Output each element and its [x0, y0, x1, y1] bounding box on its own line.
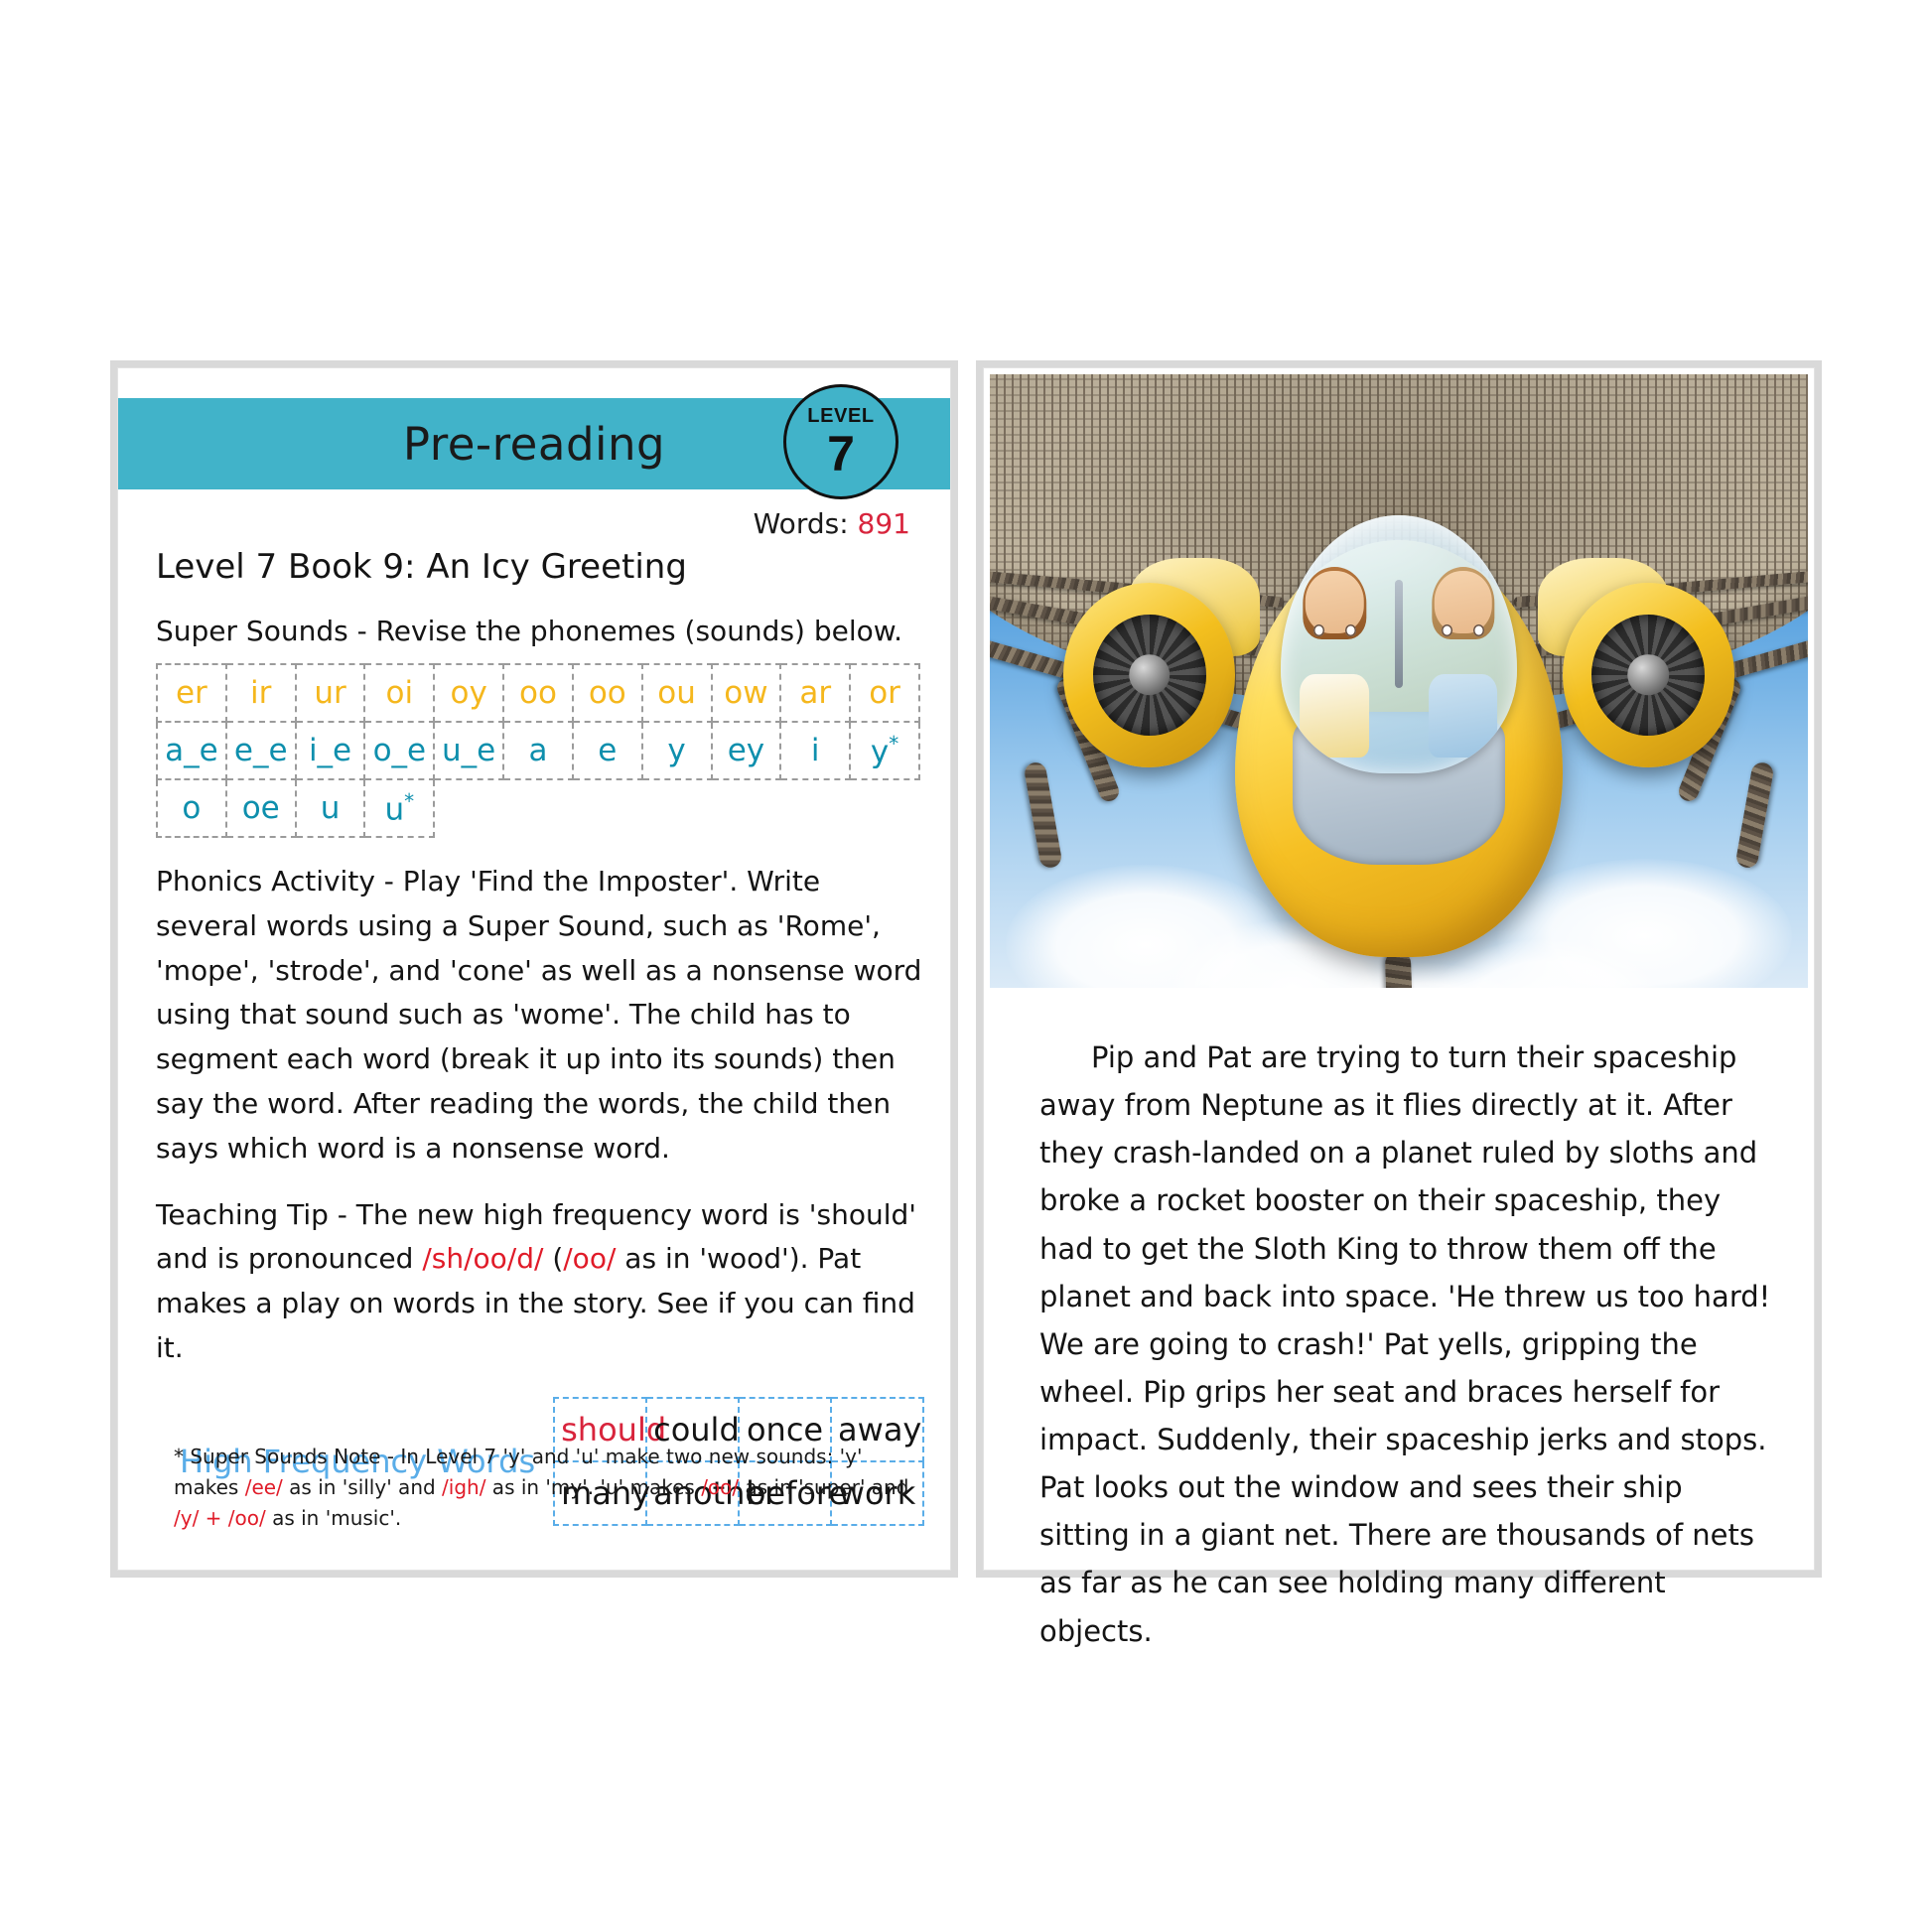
- right-engine: [1562, 583, 1734, 767]
- teaching-tip-text-2: (: [543, 1242, 564, 1276]
- book-title: Level 7 Book 9: An Icy Greeting: [156, 547, 687, 587]
- phoneme-cell: o: [156, 778, 227, 838]
- phoneme-cell: u_e: [433, 721, 505, 780]
- left-page-body: Level 7 Book 9: An Icy Greeting Super So…: [156, 547, 924, 1526]
- super-sounds-row-3: o oe u u*: [156, 778, 919, 838]
- phoneme-cell: er: [156, 663, 227, 723]
- word-count-label: Words:: [753, 507, 849, 540]
- footnote-star-icon: *: [404, 788, 415, 813]
- phoneme-cell: o_e: [363, 721, 436, 780]
- pat-head: [1306, 570, 1364, 634]
- teaching-tip-phoneme-2: /oo/: [563, 1242, 617, 1276]
- super-sounds-grid: er ir ur oi oy oo oo ou ow ar or a_e e_e i_e o_e u_e a e…: [156, 663, 920, 838]
- teaching-tip-phoneme-1: /sh/oo/d/: [422, 1242, 544, 1276]
- footnote-text-5: as in 'music'.: [265, 1506, 402, 1530]
- level-badge: LEVEL 7: [783, 384, 898, 499]
- left-engine-hub: [1128, 654, 1171, 696]
- phoneme-cell: y: [640, 721, 713, 780]
- phoneme-cell: e: [571, 721, 643, 780]
- pip-eye-right: [1473, 623, 1484, 636]
- footnote-star-icon: *: [889, 731, 899, 756]
- cockpit-spine: [1395, 580, 1403, 688]
- word-count: Words: 891: [754, 507, 910, 540]
- page-title: Pre-reading: [402, 417, 666, 471]
- footnote-phoneme-4: /y/ + /oo/: [174, 1506, 266, 1530]
- phoneme-cell: ar: [779, 663, 852, 723]
- phoneme-cell: oo: [571, 663, 643, 723]
- level-badge-label: LEVEL: [807, 404, 875, 427]
- right-engine-hub: [1627, 654, 1670, 696]
- pip-eye-left: [1442, 623, 1452, 636]
- super-sounds-row-2: a_e e_e i_e o_e u_e a e y ey i y*: [156, 721, 920, 780]
- right-page-card: Pip and Pat are trying to turn their spa…: [983, 367, 1815, 1648]
- story-text: Pip and Pat are trying to turn their spa…: [1039, 1040, 1771, 1648]
- footnote-phoneme-1: /ee/: [244, 1475, 283, 1499]
- pip-dungarees: [1428, 673, 1498, 759]
- phoneme-cell: ey: [710, 721, 782, 780]
- footnote-phoneme-3: /oo/: [701, 1475, 740, 1499]
- footnote-text-3: as in 'my'. 'u' makes: [485, 1475, 702, 1499]
- phoneme-cell: or: [849, 663, 920, 723]
- phoneme-cell: u: [294, 778, 366, 838]
- phoneme-cell: ou: [640, 663, 713, 723]
- teaching-tip-paragraph: Teaching Tip - The new high frequency wo…: [156, 1193, 924, 1371]
- left-engine: [1063, 583, 1236, 767]
- level-badge-number: 7: [827, 425, 855, 482]
- phoneme-cell: y*: [849, 721, 920, 780]
- phoneme-cell: i_e: [294, 721, 366, 780]
- phoneme-cell: e_e: [224, 721, 297, 780]
- phoneme-cell: u*: [363, 778, 436, 838]
- phoneme-cell: oy: [433, 663, 505, 723]
- super-sounds-footnote: * Super Sounds Note - In Level 7 'y' and…: [174, 1442, 916, 1534]
- phoneme-cell: oo: [502, 663, 574, 723]
- phoneme-cell: ow: [710, 663, 782, 723]
- phoneme-cell: oe: [224, 778, 297, 838]
- pat-eye-left: [1313, 623, 1324, 636]
- phonics-activity-paragraph: Phonics Activity - Play 'Find the Impost…: [156, 865, 922, 1165]
- phoneme-cell-empty: [503, 779, 573, 837]
- phoneme-cell: ur: [294, 663, 366, 723]
- phoneme-cell-empty: [642, 779, 712, 837]
- phoneme-cell-empty: [712, 779, 781, 837]
- footnote-text-4: as in 'super' and: [739, 1475, 909, 1499]
- phoneme-cell: oi: [363, 663, 436, 723]
- phoneme-cell: ir: [224, 663, 297, 723]
- phoneme-cell-empty: [434, 779, 503, 837]
- page-canvas: Pre-reading LEVEL 7 Words: 891 Level 7 B…: [0, 0, 1932, 1932]
- footnote-phoneme-2: /igh/: [442, 1475, 486, 1499]
- phoneme-cell: a: [502, 721, 574, 780]
- spaceship-in-net-illustration: [990, 374, 1808, 988]
- word-count-value: 891: [857, 507, 910, 540]
- pat-eye-right: [1345, 623, 1356, 636]
- pat-shirt: [1300, 673, 1370, 759]
- phoneme-cell: a_e: [156, 721, 227, 780]
- character-pip: [1423, 567, 1503, 759]
- footnote-text-2: as in 'silly' and: [282, 1475, 443, 1499]
- pip-head: [1434, 570, 1492, 634]
- phoneme-cell: i: [779, 721, 852, 780]
- phoneme-cell-empty: [850, 779, 919, 837]
- super-sounds-row-1: er ir ur oi oy oo oo ou ow ar or: [156, 663, 920, 723]
- left-page-card: Pre-reading LEVEL 7 Words: 891 Level 7 B…: [117, 367, 951, 1571]
- phoneme-cell-empty: [780, 779, 850, 837]
- super-sounds-heading: Super Sounds - Revise the phonemes (soun…: [156, 615, 903, 647]
- phoneme-cell-empty: [573, 779, 642, 837]
- story-illustration: [990, 374, 1808, 988]
- character-pat: [1295, 567, 1375, 759]
